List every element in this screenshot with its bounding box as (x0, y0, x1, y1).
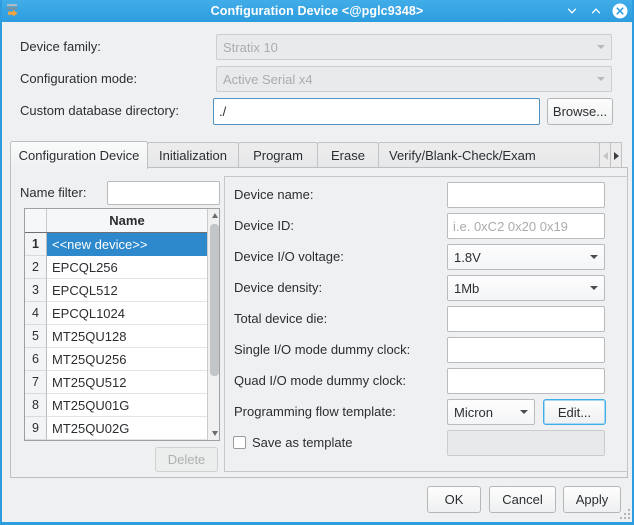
scroll-down-icon[interactable] (208, 427, 221, 440)
scroll-up-icon[interactable] (208, 209, 221, 222)
tab-erase[interactable]: Erase (317, 142, 379, 168)
chevron-down-icon (520, 410, 528, 414)
io-voltage-value: 1.8V (454, 250, 584, 265)
configuration-mode-select: Active Serial x4 (216, 66, 612, 92)
device-name-cell[interactable]: EPCQL256 (47, 256, 207, 279)
device-family-value: Stratix 10 (223, 40, 591, 55)
configuration-mode-value: Active Serial x4 (223, 72, 591, 87)
quad-io-dummy-clock-input[interactable] (447, 368, 605, 394)
device-family-select: Stratix 10 (216, 34, 612, 60)
table-row[interactable]: 5 MT25QU128 (25, 325, 207, 348)
device-name-cell[interactable]: MT25QU128 (47, 325, 207, 348)
device-name-cell[interactable]: <<new device>> (47, 233, 207, 256)
configuration-device-dialog: Configuration Device <@pglc9348> Device … (0, 0, 634, 525)
row-number: 5 (25, 325, 47, 348)
tab-verify-blank-check-examine[interactable]: Verify/Blank-Check/Exam (378, 142, 600, 168)
device-density-label: Device density: (234, 275, 322, 301)
edit-button[interactable]: Edit... (543, 399, 606, 425)
total-device-die-label: Total device die: (234, 306, 327, 332)
row-number: 2 (25, 256, 47, 279)
io-voltage-label: Device I/O voltage: (234, 244, 344, 270)
table-scrollbar[interactable] (207, 209, 219, 440)
table-row[interactable]: 3 EPCQL512 (25, 279, 207, 302)
row-number: 3 (25, 279, 47, 302)
device-table: Name 1 <<new device>> 2 EPCQL256 3 EPCQL… (24, 208, 220, 441)
ok-button[interactable]: OK (427, 486, 481, 513)
arrow-right-icon (614, 152, 619, 160)
device-name-input[interactable] (447, 182, 605, 208)
table-row[interactable]: 4 EPCQL1024 (25, 302, 207, 325)
name-column-header: Name (47, 209, 207, 232)
save-as-template-label: Save as template (252, 430, 352, 456)
titlebar[interactable]: Configuration Device <@pglc9348> (0, 0, 634, 22)
row-number: 9 (25, 417, 47, 440)
io-voltage-select[interactable]: 1.8V (447, 244, 605, 270)
row-number: 8 (25, 394, 47, 417)
chevron-down-icon (597, 45, 605, 49)
custom-db-directory-label: Custom database directory: (20, 98, 179, 124)
window-controls (564, 0, 628, 22)
custom-db-directory-input[interactable] (213, 98, 540, 125)
quad-io-dummy-clock-label: Quad I/O mode dummy clock: (234, 368, 406, 394)
device-density-select[interactable]: 1Mb (447, 275, 605, 301)
table-row[interactable]: 9 MT25QU02G (25, 417, 207, 440)
device-name-cell[interactable]: EPCQL1024 (47, 302, 207, 325)
row-number: 6 (25, 348, 47, 371)
table-row[interactable]: 7 MT25QU512 (25, 371, 207, 394)
device-name-cell[interactable]: MT25QU02G (47, 417, 207, 440)
single-io-dummy-clock-input[interactable] (447, 337, 605, 363)
cancel-button[interactable]: Cancel (489, 486, 556, 513)
name-filter-label: Name filter: (20, 180, 86, 206)
device-table-header: Name (25, 209, 207, 233)
programming-flow-template-select[interactable]: Micron (447, 399, 535, 425)
chevron-down-icon (597, 77, 605, 81)
tab-scroll-right-button[interactable] (610, 142, 622, 168)
tab-initialization[interactable]: Initialization (147, 142, 239, 168)
resize-grip[interactable] (624, 513, 626, 515)
single-io-dummy-clock-label: Single I/O mode dummy clock: (234, 337, 410, 363)
device-name-cell[interactable]: MT25QU512 (47, 371, 207, 394)
save-as-template-input (447, 430, 605, 456)
total-device-die-input[interactable] (447, 306, 605, 332)
arrow-left-icon (603, 152, 608, 160)
table-row[interactable]: 1 <<new device>> (25, 233, 207, 256)
tab-program[interactable]: Program (238, 142, 318, 168)
minimize-button[interactable] (564, 3, 580, 19)
table-row[interactable]: 8 MT25QU01G (25, 394, 207, 417)
tab-configuration-device[interactable]: Configuration Device (10, 141, 148, 169)
device-id-label: Device ID: (234, 213, 294, 239)
delete-button[interactable]: Delete (155, 447, 218, 472)
row-number-header (25, 209, 47, 232)
device-name-cell[interactable]: EPCQL512 (47, 279, 207, 302)
tab-bar: Configuration Device Initialization Prog… (10, 141, 622, 168)
device-name-cell[interactable]: MT25QU256 (47, 348, 207, 371)
chevron-down-icon (590, 255, 598, 259)
device-id-input[interactable] (447, 213, 605, 239)
chevron-down-icon (590, 286, 598, 290)
device-name-cell[interactable]: MT25QU01G (47, 394, 207, 417)
programming-flow-template-value: Micron (454, 405, 514, 420)
row-number: 7 (25, 371, 47, 394)
row-number: 4 (25, 302, 47, 325)
row-number: 1 (25, 233, 47, 256)
table-row[interactable]: 6 MT25QU256 (25, 348, 207, 371)
apply-button[interactable]: Apply (563, 486, 621, 513)
window-title: Configuration Device <@pglc9348> (0, 0, 634, 22)
close-button[interactable] (612, 3, 628, 19)
programming-flow-template-label: Programming flow template: (234, 399, 396, 425)
device-table-body: Name 1 <<new device>> 2 EPCQL256 3 EPCQL… (25, 209, 207, 440)
maximize-button[interactable] (588, 3, 604, 19)
scrollbar-thumb[interactable] (210, 224, 219, 376)
configuration-mode-label: Configuration mode: (20, 66, 137, 92)
table-row[interactable]: 2 EPCQL256 (25, 256, 207, 279)
device-density-value: 1Mb (454, 281, 584, 296)
browse-button[interactable]: Browse... (547, 98, 613, 125)
name-filter-input[interactable] (107, 181, 220, 205)
device-family-label: Device family: (20, 34, 101, 60)
device-name-label: Device name: (234, 182, 313, 208)
save-as-template-checkbox[interactable] (233, 436, 246, 449)
